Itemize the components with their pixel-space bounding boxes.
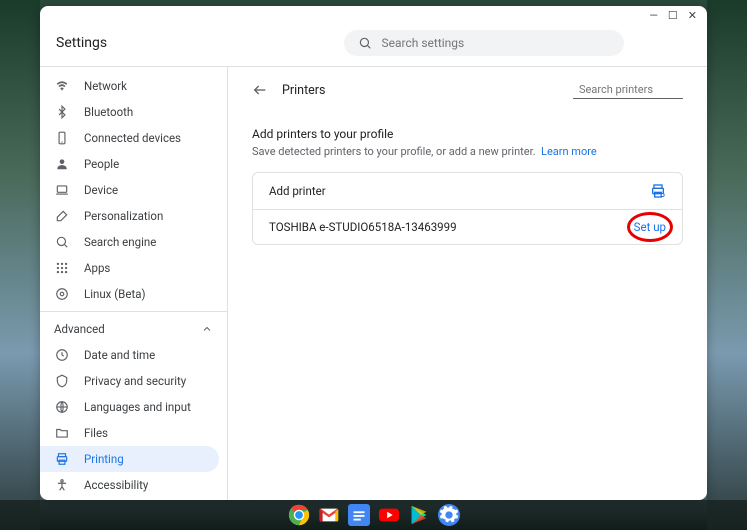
shelf-play-icon[interactable] xyxy=(408,504,430,526)
brush-icon xyxy=(54,209,70,223)
sidebar-label: Personalization xyxy=(84,209,163,223)
learn-more-link[interactable]: Learn more xyxy=(541,145,597,158)
maximize-button[interactable]: ☐ xyxy=(668,10,678,21)
sidebar-item-date-time[interactable]: Date and time xyxy=(40,342,219,368)
shelf xyxy=(0,500,747,530)
section-title: Add printers to your profile xyxy=(252,127,683,141)
accessibility-icon xyxy=(54,478,70,492)
content-panel: Printers Add printers to your profile Sa… xyxy=(228,67,707,500)
global-search-input[interactable] xyxy=(382,36,610,50)
sidebar-item-privacy[interactable]: Privacy and security xyxy=(40,368,219,394)
sidebar-label: Linux (Beta) xyxy=(84,287,145,301)
sidebar-label: Accessibility xyxy=(84,478,148,492)
sidebar-item-languages[interactable]: Languages and input xyxy=(40,394,219,420)
sidebar-advanced-toggle[interactable]: Advanced xyxy=(40,316,227,342)
sidebar-item-accessibility[interactable]: Accessibility xyxy=(40,472,219,498)
shelf-youtube-icon[interactable] xyxy=(378,504,400,526)
printers-card: Add printer TOSHIBA e-STUDIO6518A-134639… xyxy=(252,172,683,245)
chevron-up-icon xyxy=(201,323,213,335)
sidebar-item-connected[interactable]: Connected devices xyxy=(40,125,219,151)
printers-search-input[interactable] xyxy=(579,83,707,96)
person-icon xyxy=(54,157,70,171)
sidebar-label: Date and time xyxy=(84,348,155,362)
close-button[interactable]: ✕ xyxy=(688,10,697,21)
sidebar-item-network[interactable]: Network xyxy=(40,73,219,99)
sidebar-label: Network xyxy=(84,79,127,93)
sidebar-label: People xyxy=(84,157,119,171)
global-search[interactable] xyxy=(344,30,624,56)
add-printer-row[interactable]: Add printer xyxy=(253,173,682,210)
add-printer-icon[interactable] xyxy=(650,183,666,199)
sidebar-label: Languages and input xyxy=(84,400,191,414)
shelf-gmail-icon[interactable] xyxy=(318,504,340,526)
search-icon xyxy=(358,36,372,50)
folder-icon xyxy=(54,426,70,440)
sidebar-item-search-engine[interactable]: Search engine xyxy=(40,229,219,255)
page-title: Printers xyxy=(282,83,325,98)
detected-printer-row: TOSHIBA e-STUDIO6518A-13463999 Set up xyxy=(253,210,682,244)
laptop-icon xyxy=(54,183,70,197)
add-printers-section: Add printers to your profile Save detect… xyxy=(252,127,683,245)
setup-button[interactable]: Set up xyxy=(634,220,666,234)
sidebar-label: Connected devices xyxy=(84,131,181,145)
wifi-icon xyxy=(54,79,70,93)
header: Settings xyxy=(40,24,707,67)
sidebar-item-personalization[interactable]: Personalization xyxy=(40,203,219,229)
sidebar-label: Files xyxy=(84,426,108,440)
clock-icon xyxy=(54,348,70,362)
sidebar-label: Apps xyxy=(84,261,110,275)
shelf-docs-icon[interactable] xyxy=(348,504,370,526)
back-button[interactable] xyxy=(252,82,268,98)
sidebar-label: Printing xyxy=(84,452,124,466)
sidebar-label: Bluetooth xyxy=(84,105,133,119)
sidebar-label: Device xyxy=(84,183,118,197)
sidebar-item-files[interactable]: Files xyxy=(40,420,219,446)
sidebar-label: Search engine xyxy=(84,235,156,249)
printers-search[interactable] xyxy=(573,81,683,99)
bluetooth-icon xyxy=(54,105,70,119)
apps-icon xyxy=(54,261,70,275)
sidebar-item-apps[interactable]: Apps xyxy=(40,255,219,281)
globe-icon xyxy=(54,400,70,414)
printer-icon xyxy=(54,452,70,466)
app-title: Settings xyxy=(56,35,256,51)
shield-icon xyxy=(54,374,70,388)
sidebar-label: Privacy and security xyxy=(84,374,186,388)
linux-icon xyxy=(54,287,70,301)
sidebar-item-device[interactable]: Device xyxy=(40,177,219,203)
section-subtitle: Save detected printers to your profile, … xyxy=(252,145,683,158)
phone-icon xyxy=(54,131,70,145)
advanced-label: Advanced xyxy=(54,322,105,336)
settings-window: — ☐ ✕ Settings Network Bluetooth Connect… xyxy=(40,6,707,500)
printer-name: TOSHIBA e-STUDIO6518A-13463999 xyxy=(269,220,457,234)
sidebar: Network Bluetooth Connected devices Peop… xyxy=(40,67,228,500)
add-printer-label: Add printer xyxy=(269,184,326,198)
shelf-chrome-icon[interactable] xyxy=(288,504,310,526)
shelf-settings-icon[interactable] xyxy=(438,504,460,526)
sidebar-item-linux[interactable]: Linux (Beta) xyxy=(40,281,219,307)
sidebar-item-bluetooth[interactable]: Bluetooth xyxy=(40,99,219,125)
window-titlebar: — ☐ ✕ xyxy=(40,6,707,24)
sidebar-item-printing[interactable]: Printing xyxy=(40,446,219,472)
sidebar-item-people[interactable]: People xyxy=(40,151,219,177)
search-icon xyxy=(54,235,70,249)
minimize-button[interactable]: — xyxy=(649,10,658,21)
